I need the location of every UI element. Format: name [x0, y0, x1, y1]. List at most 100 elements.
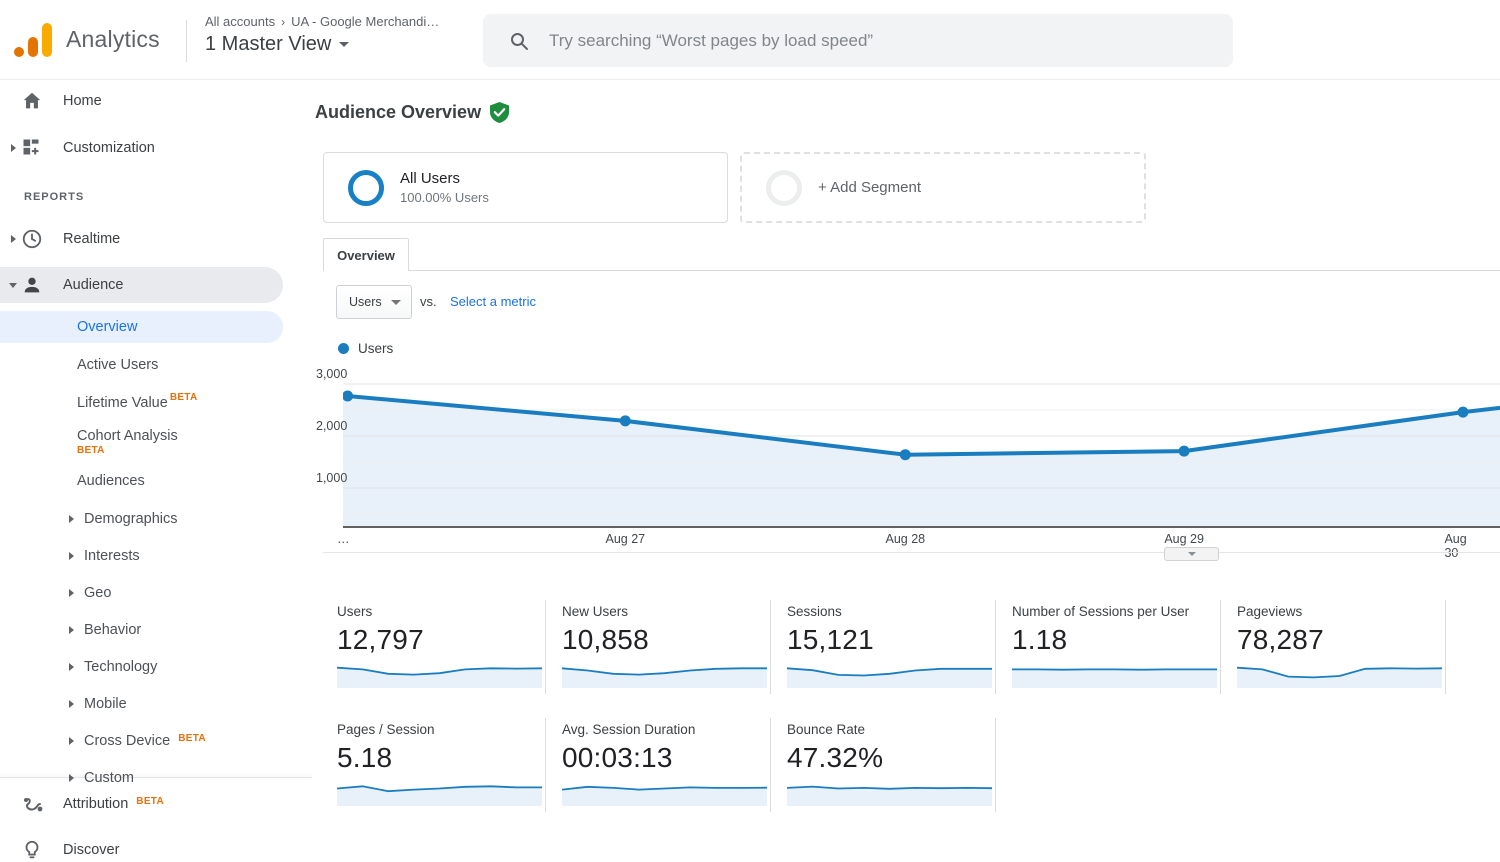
- sidebar-bottom-section: Attribution BETA Discover: [0, 777, 312, 862]
- sidebar-item-label: Demographics: [84, 510, 178, 527]
- sidebar-item-label: Active Users: [77, 357, 159, 373]
- metric-sparkline: [336, 785, 542, 806]
- metric-card-new-users: New Users 10,858: [546, 600, 771, 694]
- main-content: Audience Overview All Users 100.00% User…: [312, 80, 1500, 862]
- metric-card-users: Users 12,797: [321, 600, 546, 694]
- chart-bottom-divider: [323, 552, 1500, 553]
- panel-border: [323, 270, 1500, 271]
- sidebar-item-label: Customization: [63, 140, 155, 156]
- chevron-right-icon: [8, 235, 18, 243]
- tab-overview[interactable]: Overview: [323, 238, 409, 271]
- metric-card-avg-session-duration: Avg. Session Duration 00:03:13: [546, 718, 771, 812]
- sidebar-item-discover[interactable]: Discover: [0, 827, 312, 862]
- chart-legend: Users: [338, 341, 393, 356]
- sidebar-item-lifetime-value[interactable]: Lifetime Value BETA: [0, 384, 312, 422]
- sidebar-item-overview[interactable]: Overview: [0, 308, 312, 346]
- add-segment-label: + Add Segment: [818, 179, 921, 196]
- sidebar-item-customization[interactable]: Customization: [0, 127, 312, 169]
- sidebar-item-label: Geo: [84, 584, 112, 601]
- sidebar-item-interests[interactable]: Interests: [0, 537, 312, 574]
- search-input[interactable]: [549, 30, 1189, 51]
- breadcrumb-all-accounts[interactable]: All accounts: [205, 14, 275, 29]
- metric-sparkline: [336, 666, 543, 688]
- metric-label: Avg. Session Duration: [562, 722, 696, 737]
- metric-cards-row-2: Pages / Session 5.18 Avg. Session Duration…: [321, 718, 996, 812]
- sidebar-item-cross-device[interactable]: Cross Device BETA: [0, 722, 312, 759]
- attribution-icon: [21, 793, 43, 815]
- add-segment-button[interactable]: + Add Segment: [740, 152, 1146, 223]
- sidebar-item-label: Custom: [84, 769, 134, 786]
- y-axis-tick-label: 1,000: [316, 471, 348, 485]
- segment-all-users[interactable]: All Users 100.00% Users: [323, 152, 728, 223]
- sidebar-item-realtime[interactable]: Realtime: [0, 218, 312, 260]
- beta-badge: BETA: [77, 445, 105, 456]
- sidebar-item-technology[interactable]: Technology: [0, 648, 312, 685]
- users-line-chart: [343, 371, 1500, 527]
- verified-shield-icon: [490, 102, 510, 123]
- google-analytics-app: { "colors": { "accent": "#1a73e8", "char…: [0, 0, 1500, 862]
- sidebar-item-label: Interests: [84, 547, 140, 564]
- y-axis-tick-label: 2,000: [316, 419, 348, 433]
- select-metric-link[interactable]: Select a metric: [450, 294, 536, 309]
- metric-card-sessions: Sessions 15,121: [771, 600, 996, 694]
- sidebar-item-home[interactable]: Home: [0, 80, 312, 122]
- metric-card-pageviews: Pageviews 78,287: [1221, 600, 1446, 694]
- metric-value: 1.18: [1012, 624, 1068, 655]
- chevron-right-icon: [66, 773, 76, 782]
- vs-label: vs.: [420, 294, 437, 309]
- home-icon: [21, 90, 43, 112]
- breadcrumb: All accounts › UA - Google Merchandi…: [205, 14, 439, 29]
- chevron-down-icon: [1187, 552, 1196, 556]
- metric-card-pages-session: Pages / Session 5.18: [321, 718, 546, 812]
- analytics-logo[interactable]: Analytics: [12, 18, 160, 60]
- sidebar-section-reports-section: REPORTS: [0, 182, 312, 212]
- sidebar-item-audiences[interactable]: Audiences: [0, 462, 312, 500]
- metric-value: 78,287: [1237, 624, 1324, 655]
- metric-dropdown[interactable]: Users: [336, 285, 412, 319]
- metric-label: Bounce Rate: [787, 722, 866, 737]
- sidebar-item-demographics[interactable]: Demographics: [0, 500, 312, 537]
- analytics-logo-icon: [14, 23, 52, 57]
- sidebar-item-geo[interactable]: Geo: [0, 574, 312, 611]
- view-name: 1 Master View: [205, 33, 332, 55]
- sidebar-item-mobile[interactable]: Mobile: [0, 685, 312, 722]
- chevron-down-icon: [8, 282, 18, 288]
- customization-icon: [21, 137, 43, 159]
- sidebar-item-audience[interactable]: Audience: [0, 264, 312, 306]
- segment-name: All Users: [400, 170, 461, 187]
- chart-collapse-button[interactable]: [1164, 547, 1219, 561]
- view-selector[interactable]: 1 Master View: [205, 33, 439, 56]
- chevron-right-icon: [66, 662, 76, 671]
- metric-label: Pageviews: [1237, 604, 1303, 619]
- metric-value: 47.32%: [787, 742, 884, 773]
- search-bar[interactable]: [483, 14, 1233, 67]
- legend-label: Users: [358, 341, 394, 356]
- person-icon: [21, 274, 43, 296]
- metric-dropdown-value: Users: [349, 295, 382, 309]
- breadcrumb-property[interactable]: UA - Google Merchandi…: [291, 14, 439, 29]
- chevron-down-icon: [339, 42, 350, 47]
- sidebar-item-label: Technology: [84, 658, 158, 675]
- chevron-right-icon: [8, 144, 18, 152]
- sidebar-item-cohort-analysis[interactable]: Cohort Analysis BETA: [0, 422, 312, 462]
- app-name: Analytics: [66, 25, 160, 52]
- page-title-row: Audience Overview: [315, 102, 510, 123]
- add-segment-ring-icon: [766, 169, 802, 206]
- sidebar-item-label: Attribution BETA: [63, 796, 164, 812]
- chevron-right-icon: [66, 514, 76, 523]
- sidebar-nav: Home Customization REPORTS Realtime Audience…: [0, 80, 312, 862]
- x-axis-tick-label: Aug 28: [885, 532, 926, 546]
- sidebar-item-behavior[interactable]: Behavior: [0, 611, 312, 648]
- beta-badge: BETA: [178, 732, 206, 744]
- x-axis-tick-label: Aug 30: [1444, 532, 1467, 560]
- metric-value: 10,858: [562, 624, 649, 655]
- breadcrumb-separator: ›: [281, 14, 286, 29]
- metric-label: Sessions: [787, 604, 842, 619]
- account-breadcrumb-block[interactable]: All accounts › UA - Google Merchandi… 1 …: [205, 14, 439, 56]
- legend-dot-icon: [338, 343, 349, 354]
- metric-label: Number of Sessions per User: [1012, 604, 1190, 619]
- metric-sparkline: [786, 785, 993, 806]
- chevron-down-icon: [391, 299, 401, 305]
- sidebar-item-active-users[interactable]: Active Users: [0, 346, 312, 384]
- sidebar-item-attribution[interactable]: Attribution BETA: [0, 781, 312, 827]
